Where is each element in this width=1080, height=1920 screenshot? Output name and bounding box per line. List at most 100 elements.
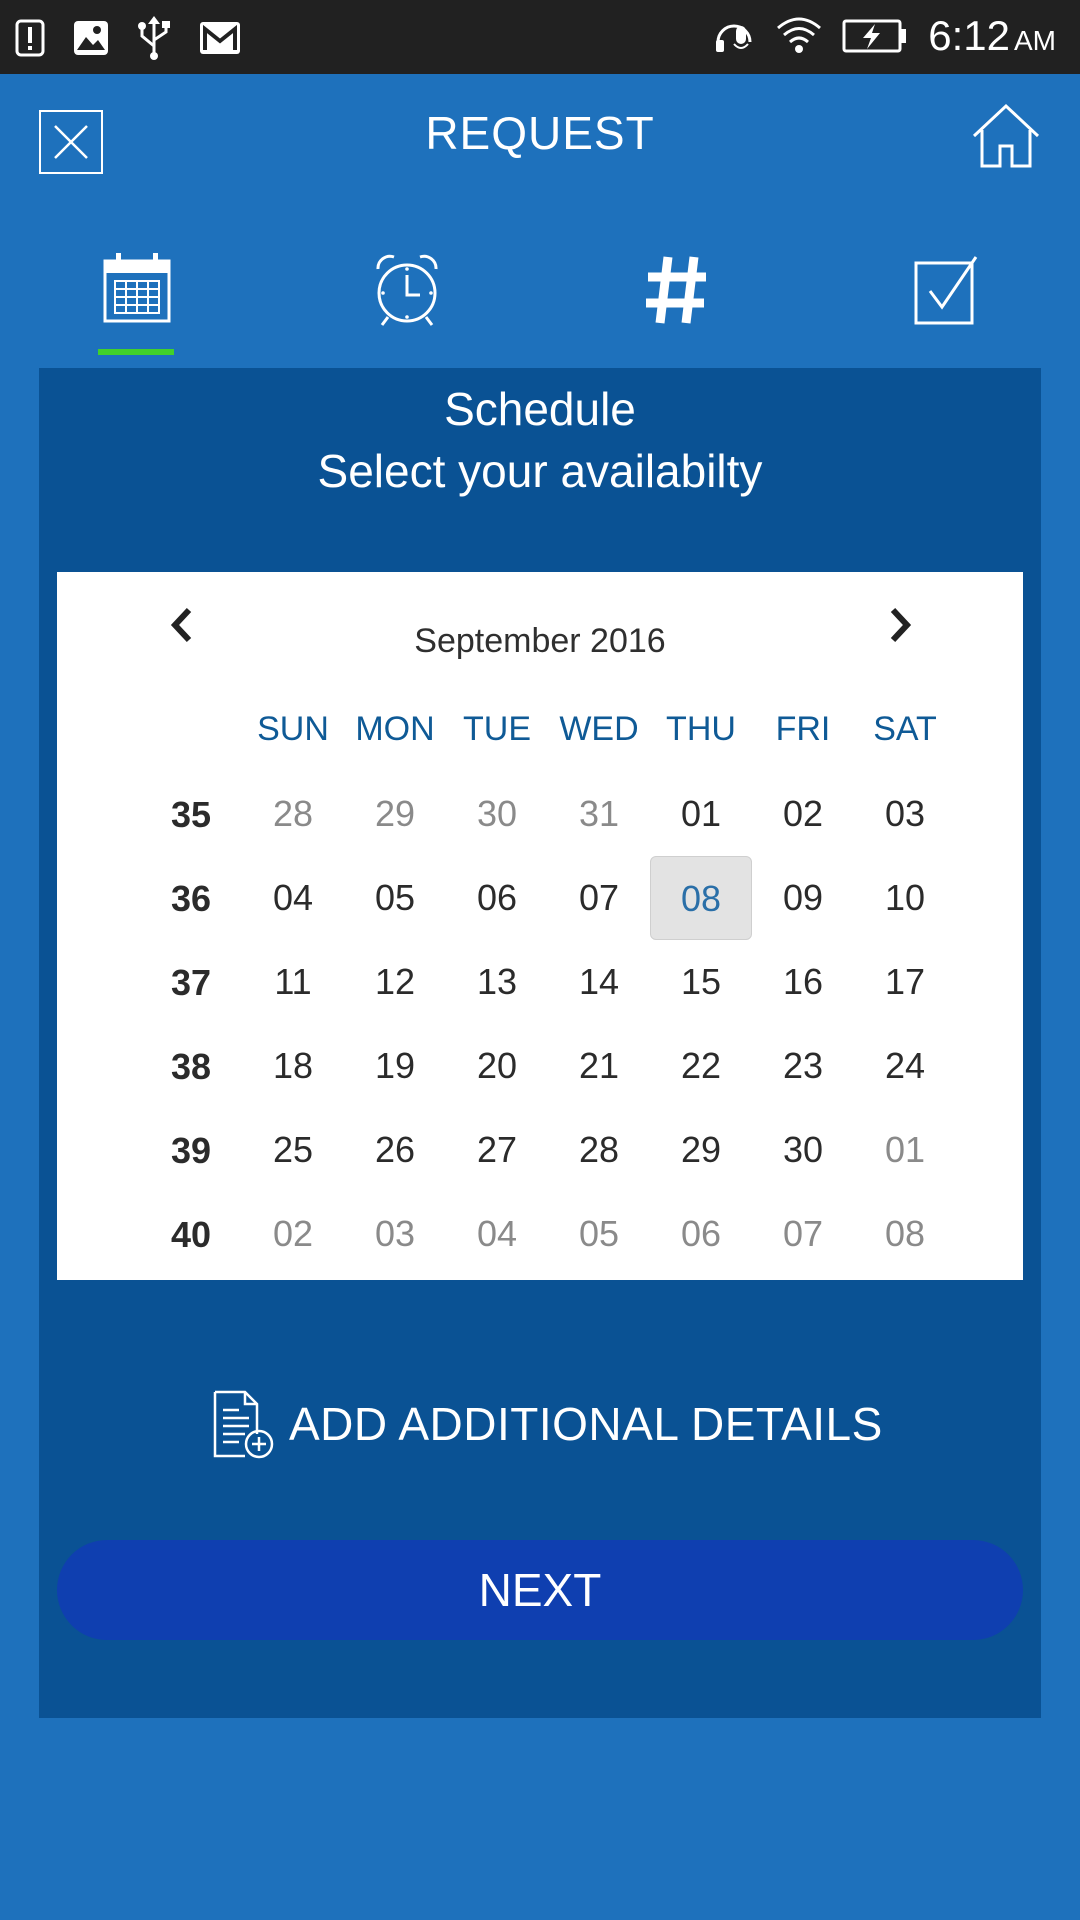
status-icons-left <box>14 16 242 60</box>
calendar-day[interactable]: 04 <box>242 856 344 940</box>
calendar-week-row: 37 11 12 13 14 15 16 17 <box>57 940 1023 1024</box>
calendar-day[interactable]: 27 <box>446 1108 548 1192</box>
calendar-day[interactable]: 17 <box>854 940 956 1024</box>
calendar-day[interactable]: 11 <box>242 940 344 1024</box>
calendar-day[interactable]: 18 <box>242 1024 344 1108</box>
week-number: 40 <box>170 1214 212 1255</box>
next-button[interactable]: NEXT <box>57 1540 1023 1640</box>
calendar-day[interactable]: 06 <box>446 856 548 940</box>
battery-charging-icon <box>842 19 907 53</box>
calendar-day[interactable]: 05 <box>344 856 446 940</box>
image-icon <box>74 21 108 55</box>
add-details-content: ADD ADDITIONAL DETAILS <box>211 1388 883 1460</box>
calendar-day[interactable]: 07 <box>752 1192 854 1276</box>
calendar-day[interactable]: 06 <box>650 1192 752 1276</box>
week-number: 36 <box>170 878 212 919</box>
add-details-label: ADD ADDITIONAL DETAILS <box>289 1398 883 1450</box>
calendar-week-row: 38 18 19 20 21 22 23 24 <box>57 1024 1023 1108</box>
calendar-day-selected[interactable]: 08 <box>650 856 752 940</box>
calendar-week-row: 36 04 05 06 07 08 09 10 <box>57 856 1023 940</box>
calendar-day[interactable]: 13 <box>446 940 548 1024</box>
document-add-icon <box>213 1390 274 1459</box>
status-bar: 6:12 AM <box>0 0 1080 74</box>
calendar-week-row: 35 28 29 30 31 01 02 03 <box>57 772 1023 856</box>
usb-icon <box>138 16 170 60</box>
calendar-day[interactable]: 15 <box>650 940 752 1024</box>
calendar-day[interactable]: 29 <box>650 1108 752 1192</box>
weekday-label: SAT <box>873 710 937 748</box>
calendar-day[interactable]: 30 <box>446 772 548 856</box>
calendar-day[interactable]: 31 <box>548 772 650 856</box>
calendar-day[interactable]: 29 <box>344 772 446 856</box>
calendar: September 2016 SUN MON TUE WED THU FRI SAT 35 2… <box>57 572 1023 1280</box>
calendar-day[interactable]: 02 <box>752 772 854 856</box>
tab-calendar[interactable] <box>80 245 190 355</box>
week-number: 37 <box>170 962 212 1003</box>
next-month-button[interactable] <box>875 600 925 650</box>
weekday-label: TUE <box>463 710 531 748</box>
home-button[interactable] <box>970 100 1042 172</box>
calendar-day[interactable]: 28 <box>548 1108 650 1192</box>
tab-confirm[interactable] <box>890 245 1000 355</box>
calendar-day[interactable]: 21 <box>548 1024 650 1108</box>
headset-icon <box>716 24 752 52</box>
week-number: 38 <box>170 1046 212 1087</box>
week-number: 39 <box>170 1130 212 1171</box>
step-tabs <box>0 245 1080 355</box>
calendar-day[interactable]: 02 <box>242 1192 344 1276</box>
calendar-day[interactable]: 03 <box>344 1192 446 1276</box>
calendar-day[interactable]: 24 <box>854 1024 956 1108</box>
wifi-icon <box>777 17 822 53</box>
gmail-icon <box>200 22 240 54</box>
tab-alarm[interactable] <box>350 245 460 355</box>
calendar-week-row: 40 02 03 04 05 06 07 08 <box>57 1192 1023 1276</box>
active-tab-indicator <box>98 349 174 355</box>
schedule-panel: Schedule Select your availabilty Septemb… <box>39 368 1041 1718</box>
page-title: REQUEST <box>425 107 655 159</box>
calendar-day[interactable]: 10 <box>854 856 956 940</box>
calendar-day[interactable]: 03 <box>854 772 956 856</box>
weekday-label: MON <box>355 710 435 748</box>
calendar-day[interactable]: 09 <box>752 856 854 940</box>
alarm-clock-icon <box>376 254 438 326</box>
calendar-day[interactable]: 22 <box>650 1024 752 1108</box>
tab-number[interactable] <box>620 245 730 355</box>
calendar-day[interactable]: 26 <box>344 1108 446 1192</box>
add-details-button[interactable]: ADD ADDITIONAL DETAILS <box>39 1388 1041 1468</box>
calendar-day[interactable]: 05 <box>548 1192 650 1276</box>
week-number: 35 <box>170 794 212 835</box>
calendar-day[interactable]: 08 <box>854 1192 956 1276</box>
hash-icon <box>646 256 706 324</box>
app-header: REQUEST <box>0 74 1080 194</box>
alert-icon <box>15 19 45 57</box>
calendar-day[interactable]: 07 <box>548 856 650 940</box>
weekday-label: THU <box>666 710 736 748</box>
calendar-day[interactable]: 04 <box>446 1192 548 1276</box>
calendar-day[interactable]: 28 <box>242 772 344 856</box>
calendar-day[interactable]: 30 <box>752 1108 854 1192</box>
status-clock: 6:12 AM <box>928 12 1056 60</box>
calendar-day[interactable]: 14 <box>548 940 650 1024</box>
calendar-day[interactable]: 23 <box>752 1024 854 1108</box>
calendar-week-row: 39 25 26 27 28 29 30 01 <box>57 1108 1023 1192</box>
calendar-day[interactable]: 12 <box>344 940 446 1024</box>
weekday-header: SUN MON TUE WED THU FRI SAT <box>57 710 1023 760</box>
status-icons-right: 6:12 AM <box>712 12 1056 60</box>
calendar-day[interactable]: 19 <box>344 1024 446 1108</box>
status-time: 6:12 <box>928 12 1010 59</box>
status-ampm: AM <box>1014 25 1056 56</box>
weekday-label: WED <box>559 710 639 748</box>
calendar-icon <box>103 253 171 323</box>
calendar-day[interactable]: 01 <box>650 772 752 856</box>
calendar-day[interactable]: 25 <box>242 1108 344 1192</box>
weekday-label: SUN <box>257 710 329 748</box>
chevron-right-icon <box>890 607 912 643</box>
panel-subtitle: Select your availabilty <box>317 445 763 497</box>
home-icon <box>972 103 1040 168</box>
panel-title: Schedule <box>444 383 636 435</box>
calendar-day[interactable]: 20 <box>446 1024 548 1108</box>
calendar-day[interactable]: 01 <box>854 1108 956 1192</box>
checkbox-icon <box>914 256 978 325</box>
weekday-label: FRI <box>775 710 831 748</box>
calendar-day[interactable]: 16 <box>752 940 854 1024</box>
